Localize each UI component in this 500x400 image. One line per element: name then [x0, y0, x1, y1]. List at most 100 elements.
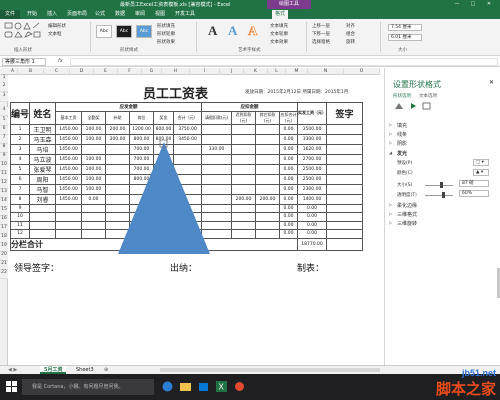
- cell-base[interactable]: 1450.00: [55, 133, 83, 145]
- section-toggle-icon[interactable]: ▷: [389, 211, 392, 216]
- cell-other[interactable]: [255, 163, 281, 175]
- windows-start-icon[interactable]: [6, 381, 17, 392]
- cell-no[interactable]: 9: [9, 203, 31, 213]
- pane-category-icons[interactable]: [393, 101, 433, 111]
- cell-base[interactable]: 1450.00: [55, 183, 83, 195]
- pane-close-icon[interactable]: ✕: [489, 79, 494, 86]
- transparency-slider-knob[interactable]: [441, 192, 445, 198]
- cell-sign[interactable]: [326, 220, 364, 230]
- size-slider-knob[interactable]: [440, 182, 444, 188]
- section-toggle-icon[interactable]: ▷: [389, 131, 392, 136]
- cell-net[interactable]: 2700.00: [297, 153, 328, 165]
- cell-other[interactable]: [255, 133, 281, 145]
- cell-att[interactable]: 100.00: [81, 153, 107, 165]
- cell-name[interactable]: 马培: [29, 143, 57, 155]
- transparency-slider-track[interactable]: [425, 195, 453, 196]
- fx-button[interactable]: fx: [58, 58, 63, 64]
- row-header[interactable]: 13: [0, 189, 8, 198]
- wordart-style-1[interactable]: A: [208, 23, 217, 39]
- tab-view[interactable]: 视图: [152, 10, 168, 19]
- cell-sign[interactable]: [326, 143, 364, 155]
- tab-text-options[interactable]: 文本选项: [419, 93, 437, 99]
- cell-late[interactable]: [231, 123, 257, 135]
- cell-total[interactable]: 3750.00: [173, 123, 203, 135]
- cell-att[interactable]: [81, 203, 107, 213]
- column-header[interactable]: G: [142, 68, 162, 75]
- size-slider-track[interactable]: [425, 185, 453, 186]
- cell-other[interactable]: [255, 183, 281, 195]
- minimize-button[interactable]: —: [452, 1, 462, 8]
- tab-home[interactable]: 开始: [24, 10, 40, 19]
- cell-name[interactable]: 马立波: [29, 153, 57, 165]
- excel-taskbar-icon[interactable]: X: [216, 381, 227, 392]
- cell-no[interactable]: 10: [9, 212, 31, 222]
- section-1[interactable]: 线条: [397, 131, 407, 138]
- section-toggle-icon[interactable]: ▷: [389, 220, 392, 225]
- cell-sign[interactable]: [326, 173, 364, 185]
- cell-dtotal[interactable]: 0.00: [279, 212, 299, 222]
- cell-other[interactable]: [255, 229, 281, 239]
- explorer-icon[interactable]: [180, 381, 191, 392]
- row-header[interactable]: 20: [0, 252, 8, 261]
- send-backward-button[interactable]: 下移一层: [312, 31, 330, 37]
- text-box-button[interactable]: 文本框: [48, 31, 62, 37]
- cell-late[interactable]: [231, 203, 257, 213]
- cell-dtotal[interactable]: 0.00: [279, 133, 299, 145]
- cell-late[interactable]: [231, 153, 257, 165]
- column-header[interactable]: H: [162, 68, 190, 75]
- transparency-input[interactable]: 60%: [459, 190, 489, 197]
- sheet-tab-may[interactable]: 5月工资: [40, 366, 67, 374]
- cell-net[interactable]: 1400.00: [297, 193, 328, 205]
- cell-att[interactable]: [81, 229, 107, 239]
- shape-width-input[interactable]: 6.01 厘米: [388, 34, 422, 41]
- cortana-search-box[interactable]: 我是 Cortana，小娜。有问题尽管问我。: [22, 379, 154, 395]
- row-header[interactable]: 15: [0, 207, 8, 216]
- row-header[interactable]: 9: [0, 153, 8, 162]
- cell-name[interactable]: [29, 229, 57, 239]
- section-6[interactable]: 三维旋转: [397, 220, 417, 227]
- cell-no[interactable]: 6: [9, 173, 31, 185]
- text-outline-button[interactable]: 文本轮廓: [270, 31, 288, 37]
- cell-other[interactable]: [255, 173, 281, 185]
- cell-sign[interactable]: [326, 212, 364, 222]
- isosceles-triangle-shape[interactable]: [116, 140, 212, 256]
- cell-late[interactable]: 200.00: [231, 193, 257, 205]
- section-2[interactable]: 阴影: [397, 140, 407, 147]
- cell-net[interactable]: 0.00: [297, 220, 328, 230]
- cell-other[interactable]: [255, 123, 281, 135]
- cell-sign[interactable]: [326, 229, 364, 239]
- cell-dtotal[interactable]: 0.00: [279, 123, 299, 135]
- cell-dtotal[interactable]: 0.00: [279, 229, 299, 239]
- horizontal-scrollbar[interactable]: [160, 368, 380, 372]
- cell-net[interactable]: 2500.00: [297, 163, 328, 175]
- cell-att[interactable]: 100.00: [81, 183, 107, 195]
- cell-net[interactable]: 0.00: [297, 229, 328, 239]
- cell-bonus[interactable]: 800.00: [153, 123, 175, 135]
- cell-net[interactable]: 0.00: [297, 203, 328, 213]
- cell-late[interactable]: [231, 173, 257, 185]
- cell-sign[interactable]: [326, 163, 364, 175]
- cell-name[interactable]: [29, 203, 57, 213]
- column-header[interactable]: N: [308, 68, 344, 75]
- row-header[interactable]: 10: [0, 162, 8, 171]
- section-3[interactable]: 发光: [397, 150, 407, 157]
- row-header[interactable]: 3: [0, 93, 8, 102]
- cell-att[interactable]: 0.00: [81, 193, 107, 205]
- column-header[interactable]: L: [268, 68, 286, 75]
- cell-dtotal[interactable]: 0.00: [279, 203, 299, 213]
- tab-data[interactable]: 数据: [112, 10, 128, 19]
- cell-other[interactable]: [255, 220, 281, 230]
- cell-net[interactable]: 2500.00: [297, 173, 328, 185]
- cell-sign[interactable]: [326, 153, 364, 165]
- edge-icon[interactable]: [162, 381, 173, 392]
- cell-no[interactable]: 5: [9, 163, 31, 175]
- tab-review[interactable]: 审阅: [132, 10, 148, 19]
- tab-shape-options[interactable]: 形状选项: [393, 93, 411, 99]
- maximize-button[interactable]: □: [468, 1, 478, 8]
- cell-name[interactable]: 张爱琴: [29, 163, 57, 175]
- row-header[interactable]: 19: [0, 243, 8, 252]
- cell-late[interactable]: [231, 183, 257, 195]
- cell-base[interactable]: 1450.00: [55, 163, 83, 175]
- formula-input[interactable]: [70, 58, 498, 66]
- cell-dtotal[interactable]: 0.00: [279, 153, 299, 165]
